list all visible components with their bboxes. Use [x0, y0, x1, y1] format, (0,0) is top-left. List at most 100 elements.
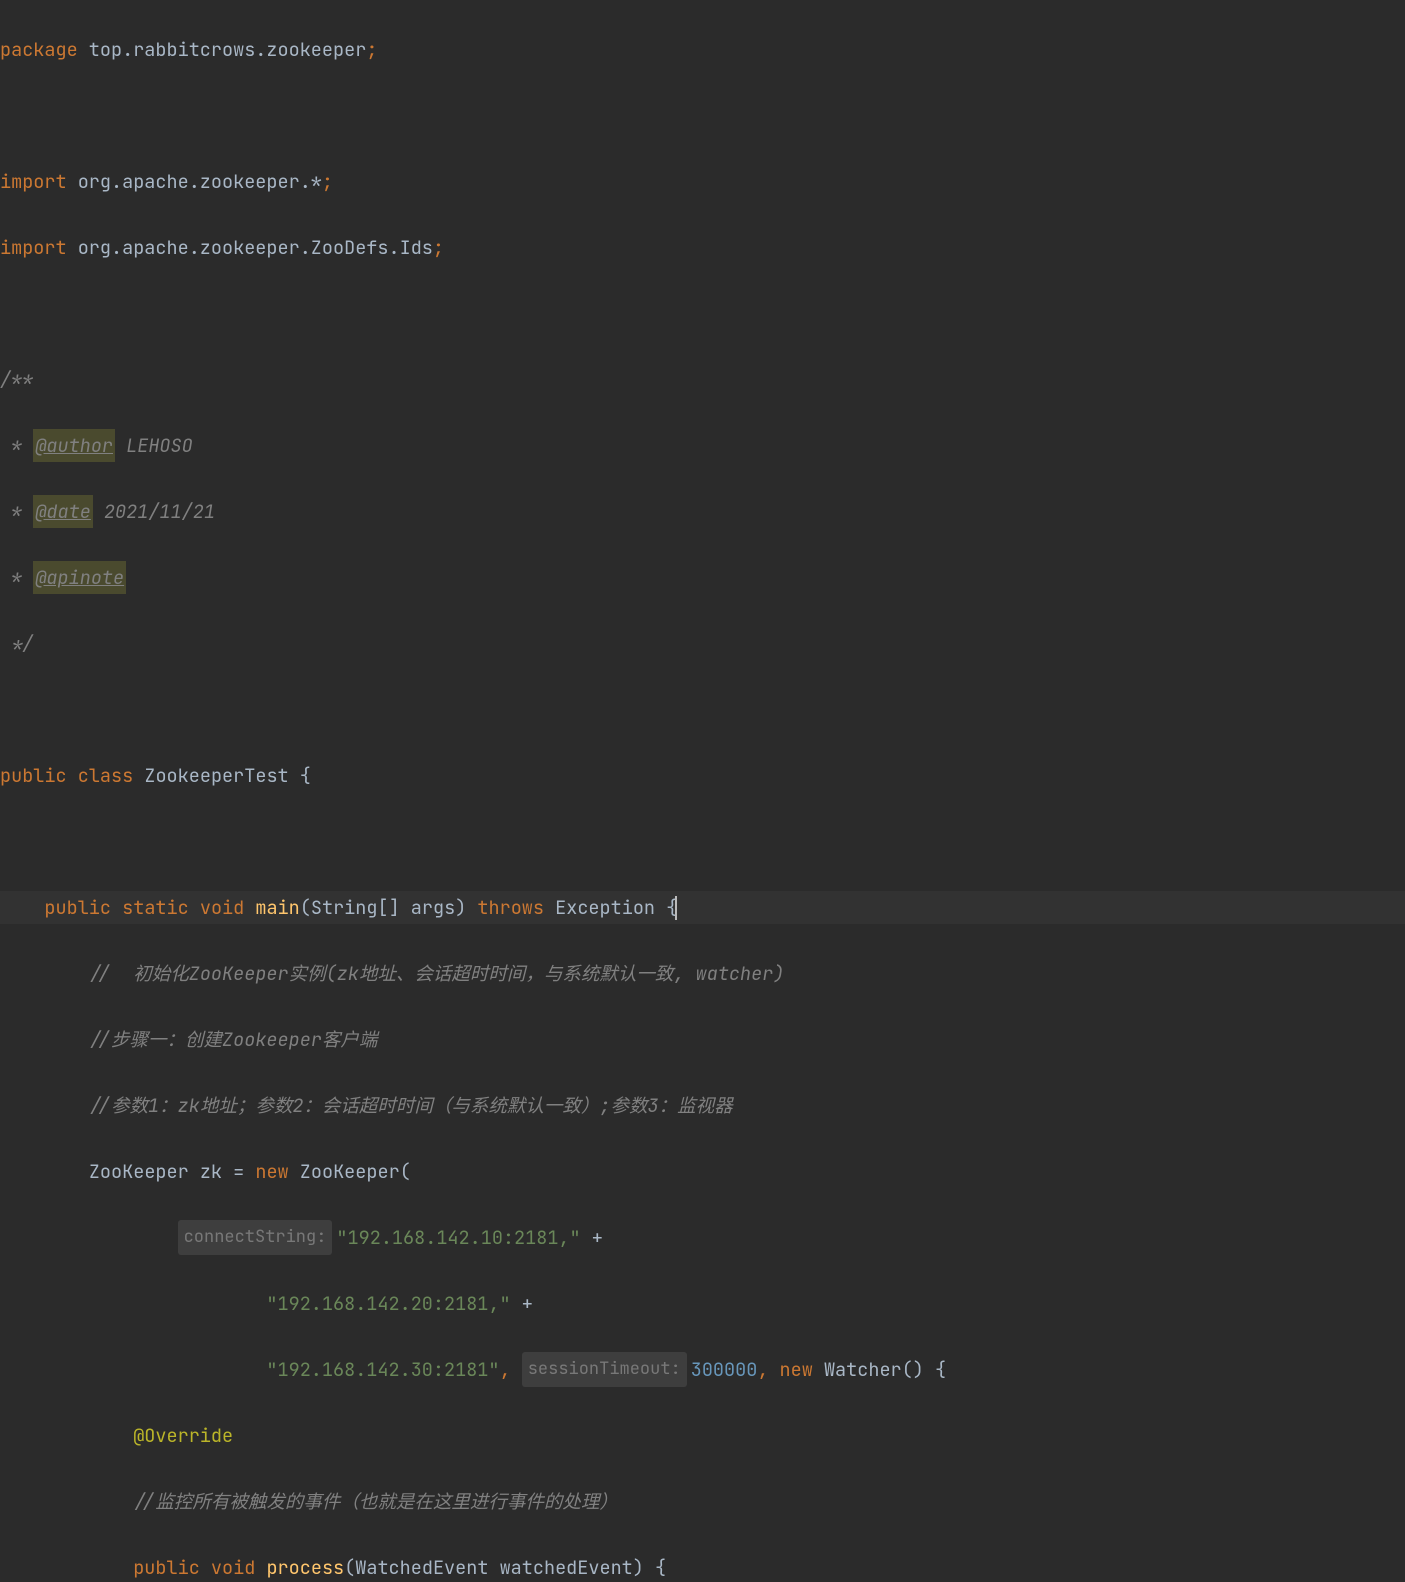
type-watcher: Watcher: [824, 1353, 902, 1386]
param-args: args: [411, 891, 455, 924]
code-line[interactable]: connectString:"192.168.142.10:2181," +: [0, 1221, 1405, 1254]
comment: // 初始化ZooKeeper实例(zk地址、会话超时时间，与系统默认一致, w…: [89, 957, 785, 990]
code-line[interactable]: package top.rabbitcrows.zookeeper;: [0, 33, 1405, 66]
code-line[interactable]: // 初始化ZooKeeper实例(zk地址、会话超时时间，与系统默认一致, w…: [0, 957, 1405, 990]
keyword-public: public: [133, 1551, 200, 1582]
keyword-public: public: [0, 759, 67, 792]
comment: //监控所有被触发的事件（也就是在这里进行事件的处理）: [133, 1485, 618, 1518]
keyword-new: new: [780, 1353, 813, 1386]
comma: ,: [757, 1353, 779, 1386]
import-path: org.apache.zookeeper.ZooDefs.Ids: [67, 231, 433, 264]
keyword-static: static: [122, 891, 189, 924]
string-literal: "192.168.142.30:2181": [266, 1353, 499, 1386]
keyword-import: import: [0, 231, 67, 264]
indent: [0, 1023, 89, 1056]
lparen: (: [400, 1155, 411, 1188]
indent: [0, 1353, 266, 1386]
keyword-package: package: [0, 33, 78, 66]
code-line[interactable]: * @date 2021/11/21: [0, 495, 1405, 528]
annotation-override: @Override: [133, 1419, 233, 1452]
javadoc-open: /**: [0, 363, 33, 396]
method-name-process: process: [266, 1551, 344, 1582]
lparen: (: [300, 891, 311, 924]
ctor-name: ZooKeeper: [300, 1155, 400, 1188]
space: [111, 891, 122, 924]
comma: ,: [500, 1353, 522, 1386]
number-literal: 300000: [691, 1353, 758, 1386]
space: [544, 891, 555, 924]
keyword-import: import: [0, 165, 67, 198]
javadoc-text: 2021/11/21: [93, 495, 215, 528]
plus-op: +: [581, 1221, 603, 1254]
code-line-blank[interactable]: [0, 693, 1405, 726]
keyword-class: class: [78, 759, 134, 792]
javadoc-prefix: *: [0, 561, 33, 594]
indent: [0, 1221, 178, 1254]
code-line[interactable]: /**: [0, 363, 1405, 396]
code-line[interactable]: "192.168.142.30:2181", sessionTimeout:30…: [0, 1353, 1405, 1386]
space: [255, 1551, 266, 1582]
type-string: String: [311, 891, 378, 924]
keyword-public: public: [44, 891, 111, 924]
comment: //参数1：zk地址；参数2：会话超时时间（与系统默认一致）;参数3：监视器: [89, 1089, 733, 1122]
indent: [0, 1485, 133, 1518]
space: [289, 1155, 300, 1188]
param-hint-connectstring: connectString:: [178, 1220, 333, 1255]
string-literal: "192.168.142.20:2181,": [266, 1287, 510, 1320]
parens: (): [902, 1353, 935, 1386]
keyword-new: new: [255, 1155, 288, 1188]
javadoc-close: */: [0, 627, 33, 660]
code-line[interactable]: //监控所有被触发的事件（也就是在这里进行事件的处理）: [0, 1485, 1405, 1518]
brace: {: [300, 759, 311, 792]
type-watchedevent: WatchedEvent: [355, 1551, 499, 1582]
space: [67, 759, 78, 792]
indent: [0, 957, 89, 990]
code-line-blank[interactable]: [0, 297, 1405, 330]
code-line[interactable]: * @author LEHOSO: [0, 429, 1405, 462]
param-hint-sessiontimeout: sessionTimeout:: [522, 1352, 687, 1387]
code-line[interactable]: */: [0, 627, 1405, 660]
javadoc-tag-date: @date: [33, 495, 93, 528]
equals: =: [233, 1155, 255, 1188]
string-literal: "192.168.142.10:2181,": [336, 1221, 580, 1254]
code-line[interactable]: public void process(WatchedEvent watched…: [0, 1551, 1405, 1582]
lparen: (: [344, 1551, 355, 1582]
keyword-void: void: [211, 1551, 255, 1582]
indent: [0, 1155, 89, 1188]
code-line-blank[interactable]: [0, 825, 1405, 858]
code-editor[interactable]: package top.rabbitcrows.zookeeper; impor…: [0, 0, 1405, 1582]
code-line[interactable]: * @apinote: [0, 561, 1405, 594]
param-name: watchedEvent: [500, 1551, 633, 1582]
import-path: org.apache.zookeeper.*: [67, 165, 322, 198]
class-name: ZookeeperTest: [144, 759, 299, 792]
semicolon: ;: [366, 33, 377, 66]
code-line[interactable]: import org.apache.zookeeper.ZooDefs.Ids;: [0, 231, 1405, 264]
brackets: []: [377, 891, 410, 924]
javadoc-tag-apinote: @apinote: [33, 561, 126, 594]
code-line[interactable]: //参数1：zk地址；参数2：会话超时时间（与系统默认一致）;参数3：监视器: [0, 1089, 1405, 1122]
method-name-main: main: [255, 891, 299, 924]
plus-op: +: [511, 1287, 533, 1320]
code-line-blank[interactable]: [0, 99, 1405, 132]
indent: [0, 891, 44, 924]
package-name: top.rabbitcrows.zookeeper: [78, 33, 367, 66]
javadoc-tag-author: @author: [33, 429, 115, 462]
comment: //步骤一：创建Zookeeper客户端: [89, 1023, 378, 1056]
javadoc-prefix: *: [0, 429, 33, 462]
caret-icon: [675, 896, 677, 920]
indent: [0, 1419, 133, 1452]
brace: {: [655, 1551, 666, 1582]
space: [244, 891, 255, 924]
code-line[interactable]: //步骤一：创建Zookeeper客户端: [0, 1023, 1405, 1056]
keyword-void: void: [200, 891, 244, 924]
code-line[interactable]: import org.apache.zookeeper.*;: [0, 165, 1405, 198]
indent: [0, 1551, 133, 1582]
exception-type: Exception: [555, 891, 666, 924]
brace: {: [935, 1353, 946, 1386]
code-line[interactable]: public class ZookeeperTest {: [0, 759, 1405, 792]
semicolon: ;: [322, 165, 333, 198]
code-line[interactable]: ZooKeeper zk = new ZooKeeper(: [0, 1155, 1405, 1188]
code-line-current[interactable]: public static void main(String[] args) t…: [0, 891, 1405, 924]
code-line[interactable]: @Override: [0, 1419, 1405, 1452]
code-line[interactable]: "192.168.142.20:2181," +: [0, 1287, 1405, 1320]
